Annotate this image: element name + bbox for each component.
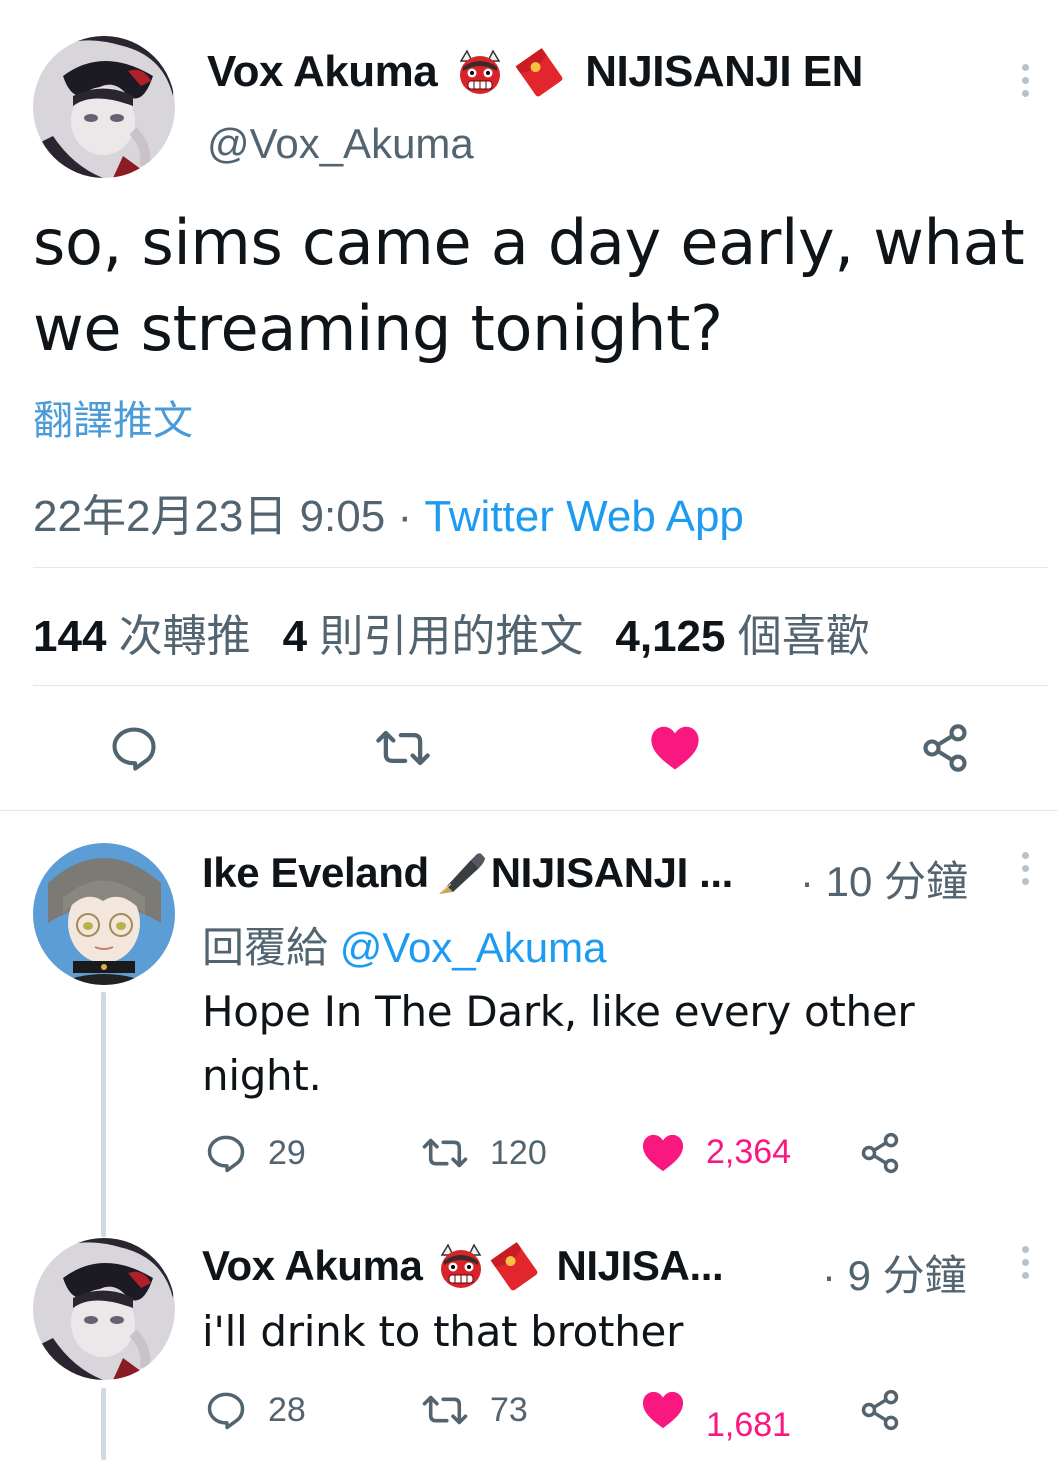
reply-author-name-text: Vox Akuma	[202, 1242, 423, 1289]
share-icon	[861, 1389, 899, 1431]
author-handle[interactable]: @Vox_Akuma	[207, 120, 474, 168]
reply-author-name-text: Ike Eveland	[202, 849, 429, 896]
share-button[interactable]	[918, 722, 972, 774]
retweet-icon	[376, 730, 430, 766]
reply-text: Hope In The Dark, like every other night…	[202, 987, 915, 1100]
more-options-icon[interactable]	[1022, 1246, 1032, 1285]
like-button[interactable]: 2,364	[640, 1131, 791, 1173]
section-divider	[0, 810, 1058, 811]
thread-line	[101, 1388, 106, 1460]
author-name[interactable]: Vox Akuma NIJISANJI EN	[207, 46, 863, 98]
reply-to-label: 回覆給	[202, 924, 329, 971]
likes-count: 4,125	[615, 612, 726, 661]
share-button[interactable]	[858, 1388, 902, 1432]
reply-button[interactable]: 29	[204, 1131, 306, 1175]
retweets-label: 次轉推	[118, 612, 251, 661]
likes-label: 個喜歡	[737, 612, 870, 661]
author-avatar[interactable]	[33, 36, 175, 178]
retweet-button[interactable]	[373, 722, 433, 774]
like-count: 2,364	[706, 1132, 792, 1171]
thread-line	[101, 992, 106, 1237]
reply-author-name[interactable]: Ike Eveland NIJISANJI ...	[202, 848, 733, 898]
ogre-icon	[436, 1241, 486, 1291]
retweet-count: 120	[490, 1133, 547, 1172]
author-name-text: Vox Akuma	[207, 47, 438, 96]
ogre-icon	[455, 47, 505, 97]
retweet-button[interactable]: 120	[420, 1131, 547, 1175]
heart-filled-icon	[651, 726, 699, 770]
divider	[33, 567, 1048, 568]
reply-icon	[207, 1392, 245, 1430]
retweet-icon	[422, 1395, 468, 1425]
reply-avatar[interactable]	[33, 1238, 175, 1380]
tweet-timestamp: 22年2月23日 9:05 · Twitter Web App	[33, 480, 744, 544]
reply-avatar[interactable]	[33, 843, 175, 985]
reply-author-affiliation: NIJISANJI ...	[490, 849, 734, 896]
engagement-stats: 144 次轉推 4 則引用的推文 4,125 個喜歡	[33, 600, 870, 664]
likes-stat[interactable]: 4,125 個喜歡	[615, 612, 869, 661]
reply-to-line: 回覆給 @Vox_Akuma	[202, 914, 606, 975]
source-link[interactable]: Twitter Web App	[424, 492, 744, 541]
reply-count: 28	[268, 1390, 306, 1429]
fountain-pen-icon	[433, 848, 489, 898]
reply-author-affiliation: NIJISA...	[556, 1242, 724, 1289]
reply-to-handle[interactable]: @Vox_Akuma	[340, 924, 607, 971]
share-icon	[923, 724, 967, 772]
reply-time[interactable]: · 10 分鐘	[800, 848, 968, 909]
retweets-count: 144	[33, 612, 107, 661]
reply-time[interactable]: · 9 分鐘	[822, 1242, 967, 1303]
more-options-icon[interactable]	[1022, 64, 1032, 103]
quotes-label: 則引用的推文	[319, 612, 584, 661]
heart-filled-icon	[642, 1391, 684, 1429]
timestamp-separator: ·	[385, 492, 425, 541]
share-button[interactable]	[858, 1131, 902, 1175]
reply-icon	[207, 1135, 245, 1173]
red-envelope-icon	[511, 46, 567, 98]
reply-author-name[interactable]: Vox Akuma NIJISA...	[202, 1240, 724, 1292]
reply-text: i'll drink to that brother	[202, 1307, 684, 1356]
more-options-icon[interactable]	[1022, 852, 1032, 891]
timestamp-text[interactable]: 22年2月23日 9:05	[33, 492, 385, 541]
reply-count: 29	[268, 1133, 306, 1172]
like-count: 1,681	[706, 1405, 792, 1444]
retweet-icon	[422, 1138, 468, 1168]
divider	[33, 685, 1048, 686]
tweet-text: so, sims came a day early, what we strea…	[33, 206, 1025, 365]
quotes-count: 4	[282, 612, 308, 661]
heart-filled-icon	[642, 1134, 684, 1172]
reply-icon	[112, 727, 156, 771]
author-affiliation: NIJISANJI EN	[585, 47, 863, 96]
retweet-count: 73	[490, 1390, 528, 1429]
retweets-stat[interactable]: 144 次轉推	[33, 612, 251, 661]
reply-button[interactable]: 28	[204, 1388, 306, 1432]
like-button[interactable]	[648, 722, 702, 772]
quotes-stat[interactable]: 4 則引用的推文	[283, 612, 584, 661]
retweet-button[interactable]: 73	[420, 1388, 528, 1432]
red-envelope-icon	[486, 1240, 542, 1292]
translate-tweet-link[interactable]: 翻譯推文	[33, 388, 193, 446]
like-button[interactable]: 1,681	[640, 1388, 791, 1444]
reply-button[interactable]	[108, 722, 160, 774]
share-icon	[861, 1132, 899, 1174]
